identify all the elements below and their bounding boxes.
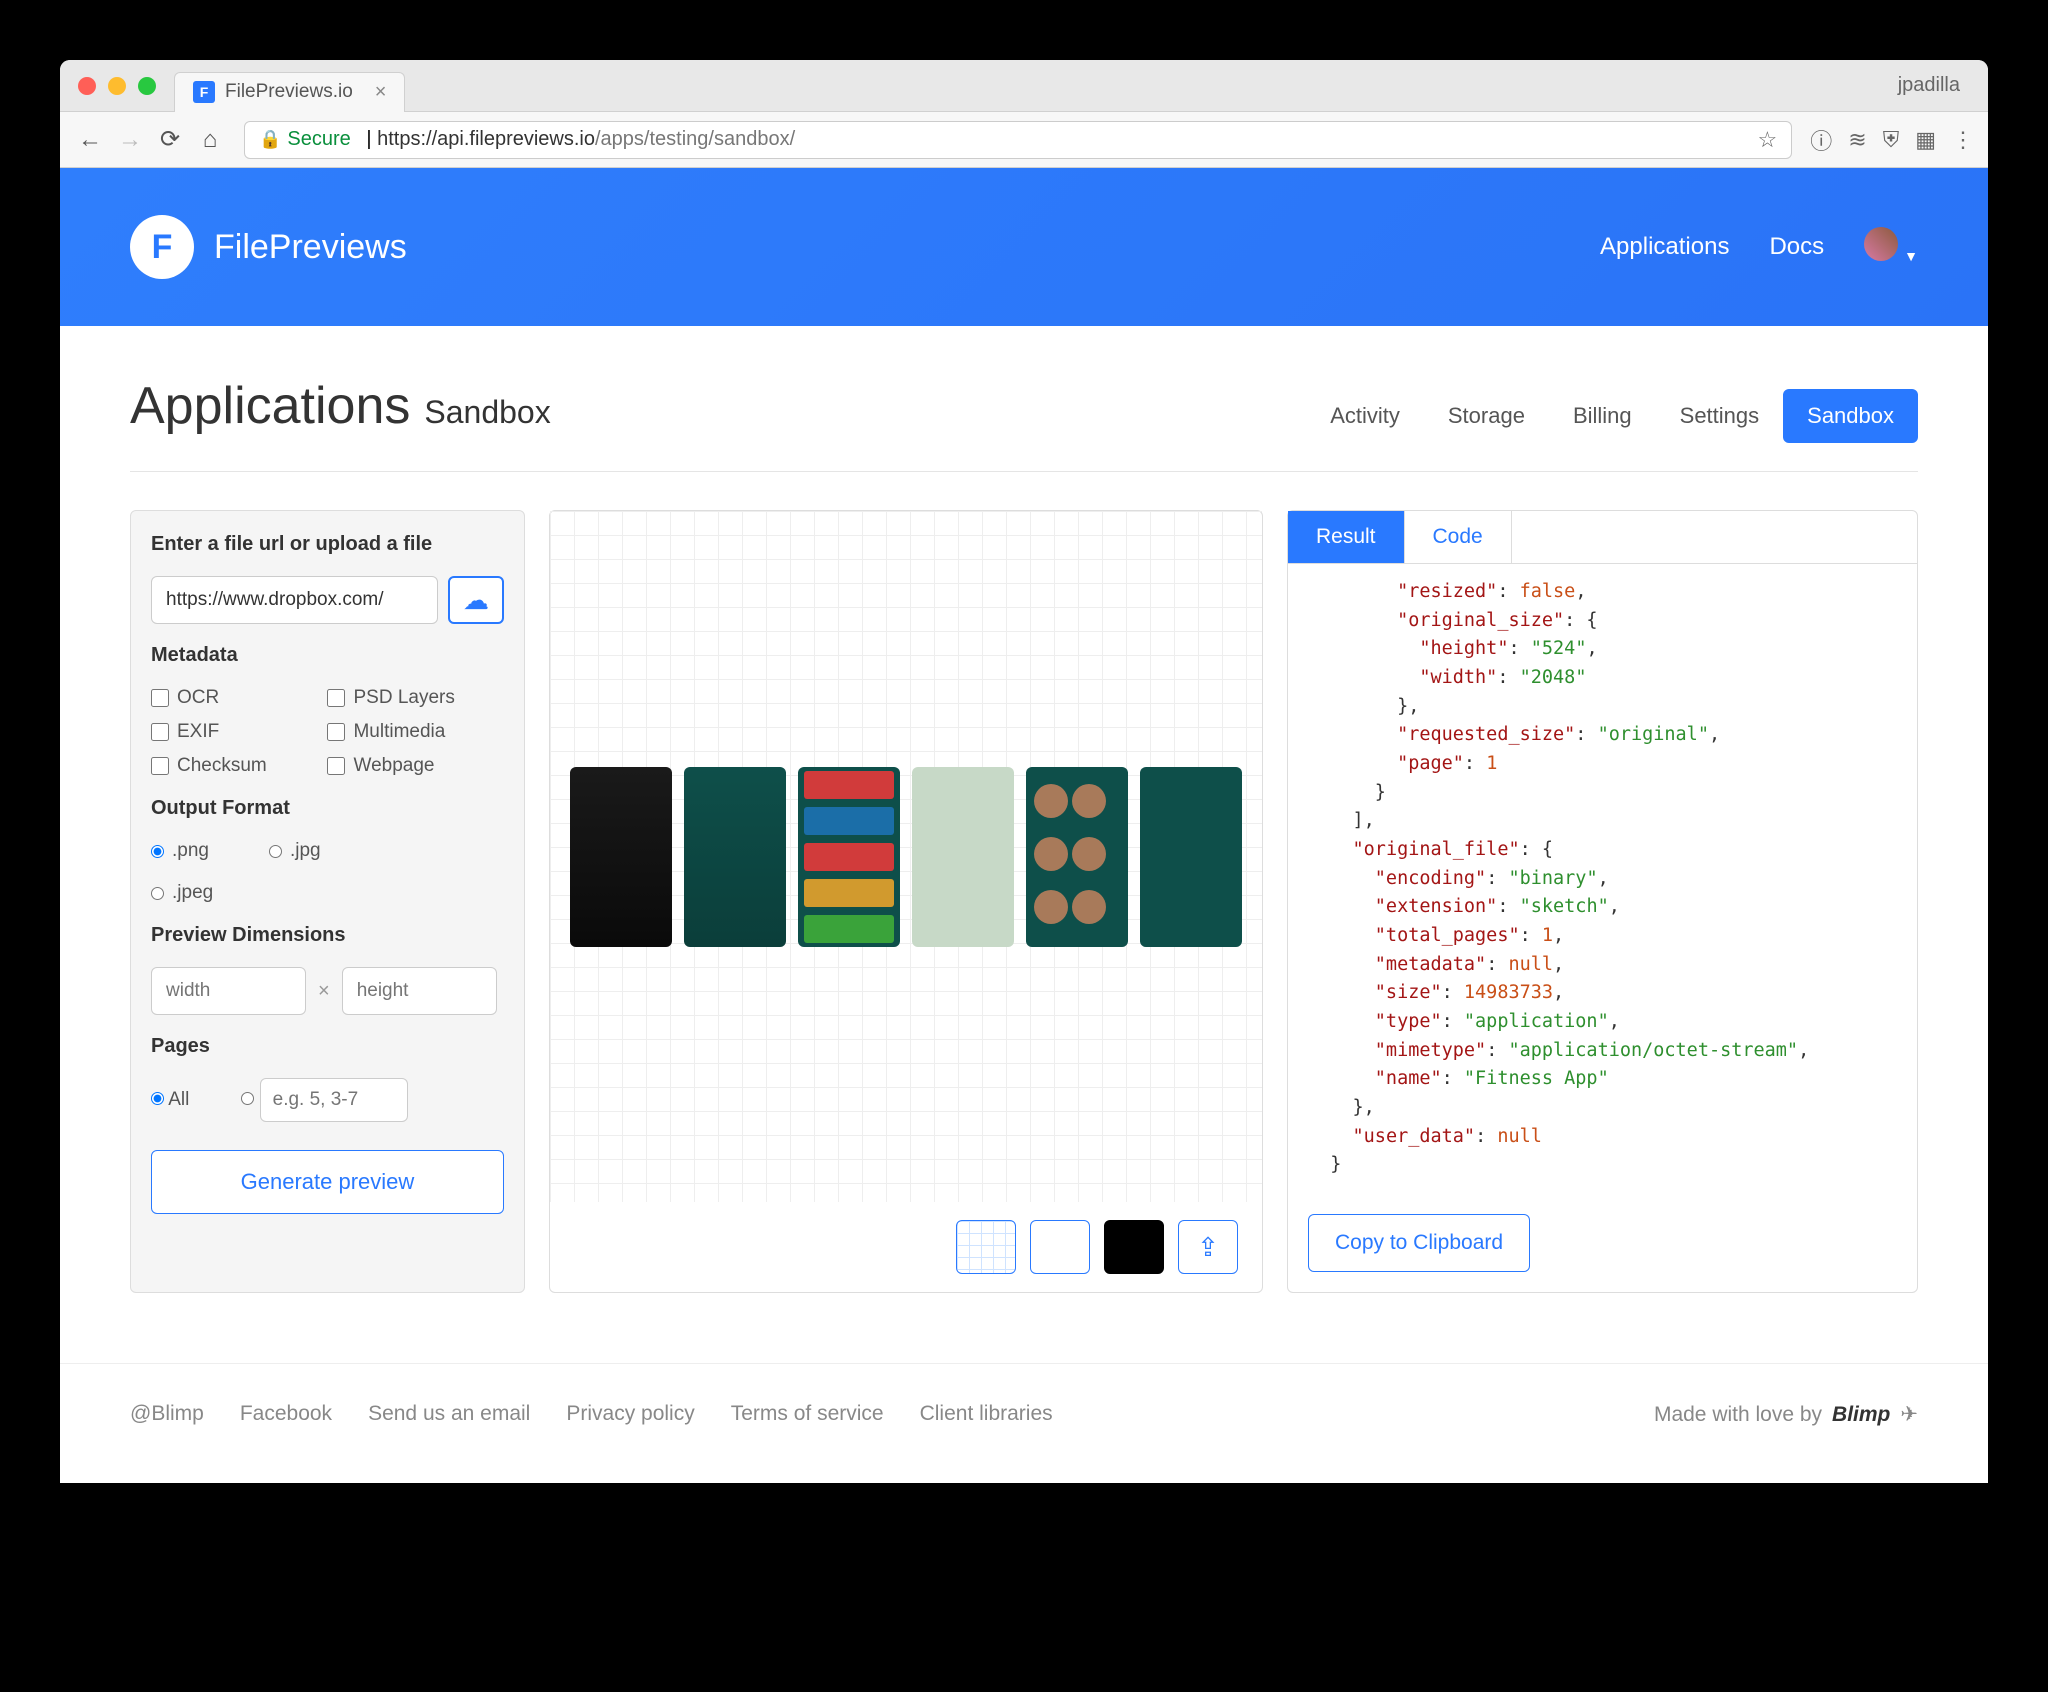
background-white-button[interactable] (1030, 1220, 1090, 1274)
browser-window: F FilePreviews.io × jpadilla ← → ⟳ ⌂ 🔒 S… (60, 60, 1988, 1483)
url-domain: https://api.filepreviews.io (377, 128, 595, 151)
footer-blimp-handle[interactable]: @Blimp (130, 1402, 204, 1427)
tab-settings[interactable]: Settings (1656, 389, 1784, 443)
footer-clients[interactable]: Client libraries (920, 1402, 1053, 1427)
radio-png[interactable]: .png (151, 840, 209, 862)
reload-button[interactable]: ⟳ (154, 125, 186, 154)
page-tabs: Activity Storage Billing Settings Sandbo… (1306, 389, 1918, 443)
output-format-label: Output Format (151, 797, 504, 820)
lock-icon: 🔒 (259, 129, 281, 150)
extension-icon[interactable]: ▦ (1915, 127, 1936, 153)
browser-titlebar: F FilePreviews.io × jpadilla (60, 60, 1988, 112)
result-json[interactable]: "resized": false, "original_size": { "he… (1288, 564, 1917, 1194)
background-black-button[interactable] (1104, 1220, 1164, 1274)
tab-close-icon[interactable]: × (375, 81, 387, 104)
home-button[interactable]: ⌂ (194, 126, 226, 154)
back-button[interactable]: ← (74, 126, 106, 154)
page-content: Applications Sandbox Activity Storage Bi… (60, 326, 1988, 1323)
background-grid-button[interactable] (956, 1220, 1016, 1274)
footer-privacy[interactable]: Privacy policy (566, 1402, 694, 1427)
browser-tab[interactable]: F FilePreviews.io × (174, 72, 405, 112)
bookmark-star-icon[interactable]: ☆ (1758, 127, 1778, 153)
info-icon[interactable]: ⓘ (1810, 124, 1832, 156)
width-input[interactable] (151, 967, 306, 1015)
file-url-input[interactable] (151, 576, 438, 624)
tab-title: FilePreviews.io (225, 81, 353, 103)
copy-to-clipboard-button[interactable]: Copy to Clipboard (1308, 1214, 1530, 1272)
checkbox-checksum[interactable]: Checksum (151, 755, 327, 777)
brand-mark-icon: F (130, 215, 194, 279)
checkbox-psd-layers[interactable]: PSD Layers (327, 687, 503, 709)
brand-name: FilePreviews (214, 228, 407, 267)
metadata-section-label: Metadata (151, 644, 504, 667)
footer-email[interactable]: Send us an email (368, 1402, 530, 1427)
buffer-icon[interactable]: ≋ (1848, 127, 1866, 153)
tab-storage[interactable]: Storage (1424, 389, 1549, 443)
tab-activity[interactable]: Activity (1306, 389, 1424, 443)
app-header: F FilePreviews Applications Docs ▼ (60, 168, 1988, 326)
tab-sandbox[interactable]: Sandbox (1783, 389, 1918, 443)
tab-code[interactable]: Code (1405, 511, 1512, 563)
url-path: /apps/testing/sandbox/ (595, 128, 795, 151)
radio-jpg[interactable]: .jpg (269, 840, 321, 862)
preview-canvas[interactable] (550, 511, 1262, 1202)
chevron-down-icon: ▼ (1904, 248, 1918, 264)
pages-label: Pages (151, 1035, 504, 1058)
page-subtitle: Sandbox (424, 394, 550, 431)
browser-profile-name[interactable]: jpadilla (1898, 74, 1970, 97)
tab-billing[interactable]: Billing (1549, 389, 1656, 443)
footer-terms[interactable]: Terms of service (731, 1402, 884, 1427)
radio-pages-custom[interactable] (241, 1078, 407, 1122)
brand-logo[interactable]: F FilePreviews (130, 215, 407, 279)
tab-favicon-icon: F (193, 81, 215, 103)
footer-facebook[interactable]: Facebook (240, 1402, 332, 1427)
radio-pages-all[interactable]: All (151, 1089, 189, 1111)
share-icon: ⇪ (1197, 1232, 1219, 1263)
url-bar[interactable]: 🔒 Secure | https://api.filepreviews.io /… (244, 121, 1792, 159)
footer-made-with-love: Made with love by (1654, 1403, 1822, 1427)
radio-jpeg[interactable]: .jpeg (151, 882, 213, 904)
window-minimize-button[interactable] (108, 77, 126, 95)
footer: @Blimp Facebook Send us an email Privacy… (60, 1363, 1988, 1483)
result-panel: Result Code "resized": false, "original_… (1287, 510, 1918, 1293)
nav-docs[interactable]: Docs (1769, 233, 1824, 261)
preview-panel: ⇪ (549, 510, 1263, 1293)
forward-button: → (114, 126, 146, 154)
preview-image (570, 767, 1242, 947)
times-icon: × (318, 980, 330, 1003)
tab-result[interactable]: Result (1288, 511, 1405, 563)
pages-range-input[interactable] (260, 1078, 408, 1122)
checkbox-webpage[interactable]: Webpage (327, 755, 503, 777)
menu-icon[interactable]: ⋮ (1952, 127, 1974, 153)
url-section-label: Enter a file url or upload a file (151, 533, 504, 556)
checkbox-multimedia[interactable]: Multimedia (327, 721, 503, 743)
height-input[interactable] (342, 967, 497, 1015)
user-menu[interactable]: ▼ (1864, 227, 1918, 268)
avatar (1864, 227, 1898, 261)
browser-toolbar: ← → ⟳ ⌂ 🔒 Secure | https://api.fileprevi… (60, 112, 1988, 168)
blimp-icon: ✈ (1900, 1402, 1918, 1427)
window-close-button[interactable] (78, 77, 96, 95)
cloud-upload-icon: ☁ (463, 585, 489, 616)
share-button[interactable]: ⇪ (1178, 1220, 1238, 1274)
generate-preview-button[interactable]: Generate preview (151, 1150, 504, 1214)
dimensions-label: Preview Dimensions (151, 924, 504, 947)
window-zoom-button[interactable] (138, 77, 156, 95)
checkbox-exif[interactable]: EXIF (151, 721, 327, 743)
checkbox-ocr[interactable]: OCR (151, 687, 327, 709)
shield-icon[interactable]: ⛨ (1883, 127, 1900, 153)
config-panel: Enter a file url or upload a file ☁ Meta… (130, 510, 525, 1293)
page-title: Applications (130, 376, 410, 436)
nav-applications[interactable]: Applications (1600, 233, 1729, 261)
footer-blimp-logo[interactable]: Blimp (1832, 1403, 1890, 1427)
secure-label: Secure (287, 128, 350, 151)
upload-button[interactable]: ☁ (448, 576, 504, 624)
